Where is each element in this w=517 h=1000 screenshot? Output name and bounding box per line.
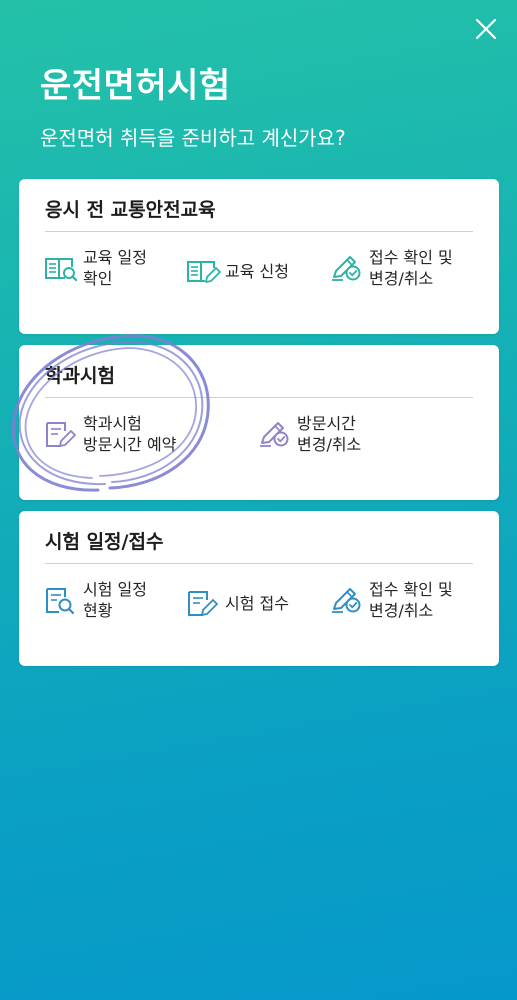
document-pen-icon	[185, 588, 221, 618]
exam-schedule-status-label: 시험 일정 현황	[83, 580, 147, 620]
section-title: 응시 전 교통안전교육	[45, 199, 216, 221]
pen-check-icon	[329, 253, 365, 283]
education-schedule-button[interactable]: 교육 일정 확인	[43, 247, 147, 289]
visit-time-change-cancel-button[interactable]: 방문시간 변경/취소	[257, 413, 361, 455]
section-divider	[45, 231, 473, 232]
section-divider	[45, 397, 473, 398]
exam-confirm-change-cancel-label: 접수 확인 및 변경/취소	[369, 580, 453, 620]
visit-time-change-cancel-label: 방문시간 변경/취소	[297, 414, 362, 454]
section-title: 시험 일정/접수	[45, 531, 164, 553]
written-test-visit-reservation-button[interactable]: 학과시험 방문시간 예약	[43, 413, 176, 455]
exam-apply-button[interactable]: 시험 접수	[185, 588, 289, 618]
document-pen-icon	[43, 419, 79, 449]
exam-confirm-change-cancel-button[interactable]: 접수 확인 및 변경/취소	[329, 579, 453, 621]
education-schedule-label: 교육 일정 확인	[83, 248, 147, 288]
section-divider	[45, 563, 473, 564]
book-edit-icon	[185, 256, 221, 286]
section-card-exam-schedule: 시험 일정/접수 시험 일정 현황 시험 접수 접수 확인 및 변경/취소	[19, 511, 499, 666]
education-confirm-change-cancel-label: 접수 확인 및 변경/취소	[369, 248, 453, 288]
education-confirm-change-cancel-button[interactable]: 접수 확인 및 변경/취소	[329, 247, 453, 289]
education-apply-button[interactable]: 교육 신청	[185, 256, 289, 286]
close-icon	[473, 16, 499, 42]
education-apply-label: 교육 신청	[225, 261, 289, 281]
section-card-written-test: 학과시험 학과시험 방문시간 예약 방문시간 변경/취소	[19, 345, 499, 500]
pen-check-icon	[257, 419, 293, 449]
section-title: 학과시험	[45, 365, 115, 387]
exam-apply-label: 시험 접수	[225, 593, 289, 613]
section-card-pre-exam-education: 응시 전 교통안전교육 교육 일정 확인 교육 신청 접수 확인 및 변경/취소	[19, 179, 499, 334]
page-subtitle: 운전면허 취득을 준비하고 계신가요?	[40, 126, 346, 150]
book-search-icon	[43, 253, 79, 283]
exam-schedule-status-button[interactable]: 시험 일정 현황	[43, 579, 147, 621]
page-title: 운전면허시험	[40, 66, 231, 106]
close-button[interactable]	[473, 16, 499, 42]
document-search-icon	[43, 585, 79, 615]
pen-check-icon	[329, 585, 365, 615]
written-test-visit-reservation-label: 학과시험 방문시간 예약	[83, 414, 177, 454]
